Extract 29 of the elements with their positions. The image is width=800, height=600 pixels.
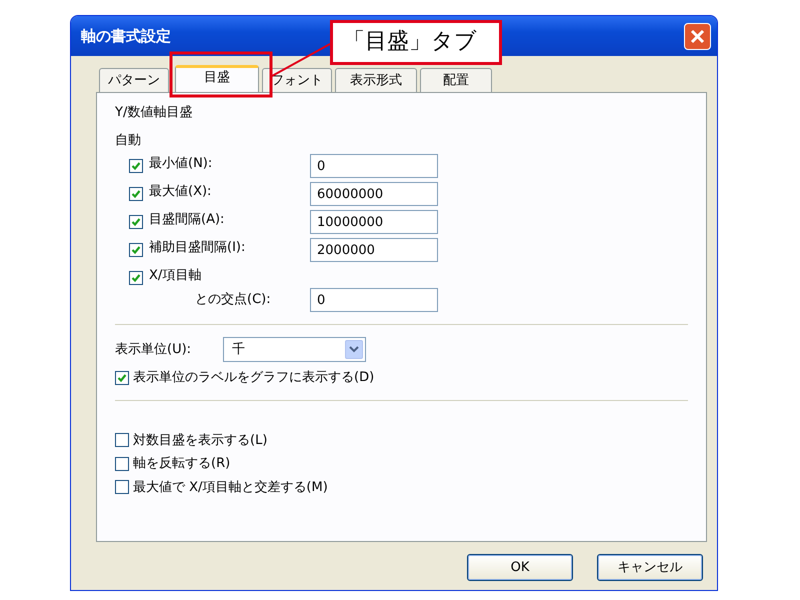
input-field[interactable]: 60000000: [310, 182, 438, 206]
checkbox-label: 最大値で X/項目軸と交差する(M): [133, 478, 328, 496]
dropdown-value: 千: [231, 340, 246, 359]
tab[interactable]: パターン: [99, 68, 169, 92]
dropdown[interactable]: 千: [223, 337, 366, 362]
field-label: X/項目軸: [149, 267, 202, 285]
input-field[interactable]: 10000000: [310, 210, 438, 234]
tab[interactable]: 表示形式: [335, 68, 417, 92]
tab[interactable]: フォント: [262, 68, 332, 92]
dialog-button[interactable]: OK: [467, 554, 573, 581]
dialog-button[interactable]: キャンセル: [597, 554, 703, 581]
input-field[interactable]: 0: [310, 154, 438, 178]
field-label: 表示単位(U):: [115, 340, 192, 359]
input-field[interactable]: 2000000: [310, 238, 438, 262]
field-label: との交点(C):: [194, 290, 271, 308]
field-label: 最小値(N):: [149, 155, 212, 173]
field-label: 補助目盛間隔(I):: [149, 239, 246, 257]
tab[interactable]: 目盛: [175, 65, 259, 92]
section-heading: Y/数値軸目盛: [115, 104, 194, 122]
field-label: 最大値(X):: [149, 183, 212, 201]
checkbox-label: 軸を反転する(R): [133, 455, 230, 473]
tab[interactable]: 配置: [420, 68, 492, 92]
field-label: 目盛間隔(A):: [149, 211, 224, 229]
checkbox-label: 表示単位のラベルをグラフに表示する(D): [133, 369, 374, 387]
callout-label: 「目盛」タブ: [330, 20, 502, 65]
window-title: 軸の書式設定: [81, 26, 171, 47]
input-field[interactable]: 0: [310, 288, 438, 312]
group-label: 自動: [115, 132, 142, 150]
checkbox-label: 対数目盛を表示する(L): [133, 432, 268, 450]
